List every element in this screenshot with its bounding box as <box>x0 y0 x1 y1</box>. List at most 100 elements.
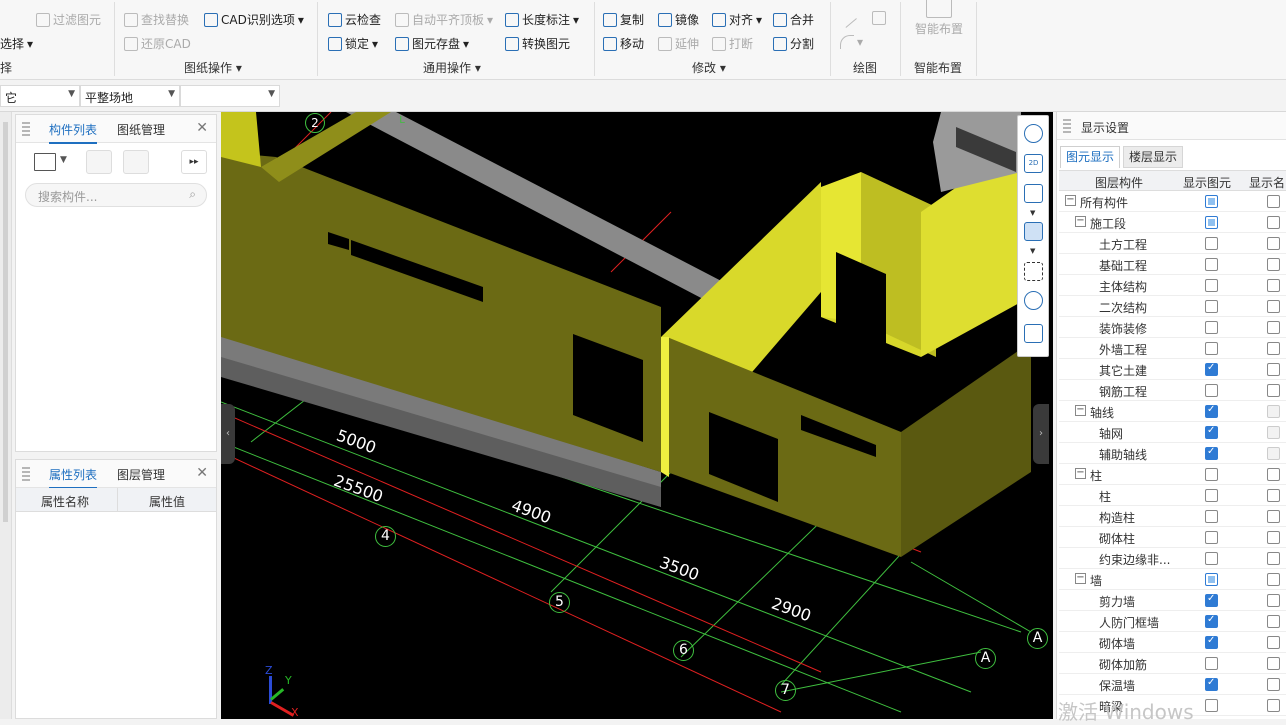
tree-row[interactable]: 人防门框墙 <box>1059 611 1286 632</box>
lock-button[interactable]: 锁定 ▾ <box>328 35 378 52</box>
tree-row[interactable]: − 轴线 <box>1059 401 1286 422</box>
tree-row[interactable]: 装饰装修 <box>1059 317 1286 338</box>
show-element-checkbox[interactable] <box>1205 531 1218 544</box>
collapse-toggle-icon[interactable]: − <box>1075 573 1086 584</box>
collapse-left-handle[interactable]: ‹ <box>221 404 235 464</box>
show-name-checkbox[interactable] <box>1267 615 1280 628</box>
fit-view-icon[interactable] <box>1024 262 1043 281</box>
show-name-checkbox[interactable] <box>1267 279 1280 292</box>
show-element-checkbox[interactable] <box>1205 699 1218 712</box>
select-dropdown[interactable]: 选择 ▾ <box>0 35 33 52</box>
move-button[interactable]: 移动 <box>603 35 644 52</box>
merge-button[interactable]: 合并 <box>773 11 814 28</box>
new-component-icon[interactable] <box>34 153 56 171</box>
axis-bubble[interactable]: 4 <box>375 526 396 547</box>
tree-row[interactable]: 砌体墙 <box>1059 632 1286 653</box>
tree-row[interactable]: 构造柱 <box>1059 506 1286 527</box>
mirror-button[interactable]: 镜像 <box>658 11 699 28</box>
show-name-checkbox[interactable] <box>1267 552 1280 565</box>
tab-property-list[interactable]: 属性列表 <box>49 466 98 489</box>
show-name-checkbox[interactable] <box>1267 195 1280 208</box>
axis-bubble[interactable]: L <box>395 115 409 129</box>
length-dim-button[interactable]: 长度标注 ▾ <box>505 11 579 28</box>
component-type-select[interactable]: 平整场地 ▼ <box>80 85 180 107</box>
close-icon[interactable]: ✕ <box>196 120 208 136</box>
show-element-checkbox[interactable] <box>1205 279 1218 292</box>
show-element-checkbox[interactable] <box>1205 237 1218 250</box>
scrollbar[interactable] <box>3 122 8 522</box>
show-element-checkbox[interactable] <box>1205 195 1218 208</box>
tree-row[interactable]: 土方工程 <box>1059 233 1286 254</box>
show-name-checkbox[interactable] <box>1267 594 1280 607</box>
category-select[interactable]: 它 ▼ <box>0 85 80 107</box>
tree-row[interactable]: 二次结构 <box>1059 296 1286 317</box>
tab-floor-display[interactable]: 楼层显示 <box>1123 146 1183 168</box>
show-element-checkbox[interactable] <box>1205 258 1218 271</box>
show-name-checkbox[interactable] <box>1267 699 1280 712</box>
convert-element-button[interactable]: 转换图元 <box>505 35 570 52</box>
tree-row[interactable]: − 柱 <box>1059 464 1286 485</box>
tree-row[interactable]: 钢筋工程 <box>1059 380 1286 401</box>
align-button[interactable]: 对齐 ▾ <box>712 11 762 28</box>
show-element-checkbox[interactable] <box>1205 614 1218 628</box>
axis-bubble[interactable]: 5 <box>549 592 570 613</box>
chevron-down-icon[interactable]: ▼ <box>1030 209 1035 217</box>
show-element-checkbox[interactable] <box>1205 677 1218 691</box>
tab-element-display[interactable]: 图元显示 <box>1060 146 1120 168</box>
tree-row[interactable]: 剪力墙 <box>1059 590 1286 611</box>
collapse-toggle-icon[interactable]: − <box>1075 405 1086 416</box>
show-element-checkbox[interactable] <box>1205 635 1218 649</box>
show-name-checkbox[interactable] <box>1267 636 1280 649</box>
cad-options-button[interactable]: CAD识别选项 ▾ <box>204 11 304 28</box>
auto-flush-top-button[interactable]: 自动平齐顶板 ▾ <box>395 11 493 28</box>
show-name-checkbox[interactable] <box>1267 258 1280 271</box>
tree-row[interactable]: 外墙工程 <box>1059 338 1286 359</box>
tab-component-list[interactable]: 构件列表 <box>49 121 98 144</box>
collapse-toggle-icon[interactable]: − <box>1075 216 1086 227</box>
tree-row[interactable]: 主体结构 <box>1059 275 1286 296</box>
display-settings-icon[interactable] <box>1024 324 1043 343</box>
scene-canvas[interactable] <box>221 112 1053 719</box>
tree-row[interactable]: − 施工段 <box>1059 212 1286 233</box>
draw-arc-button[interactable]: ▾ <box>840 35 863 49</box>
cloud-check-button[interactable]: 云检查 <box>328 11 381 28</box>
show-element-checkbox[interactable] <box>1205 404 1218 418</box>
view-2d-button[interactable]: 2D <box>1024 154 1043 173</box>
tree-row[interactable]: − 所有构件 <box>1059 191 1286 212</box>
tree-row[interactable]: 辅助轴线 <box>1059 443 1286 464</box>
split-button[interactable]: 分割 <box>773 35 814 52</box>
show-name-checkbox[interactable] <box>1267 342 1280 355</box>
show-name-checkbox[interactable] <box>1267 405 1280 418</box>
rotate-view-icon[interactable] <box>1024 291 1043 310</box>
search-component-input[interactable]: 搜索构件... ⌕ <box>25 183 207 207</box>
3d-viewport[interactable]: 5000 25500 4900 3500 2900 2 L 4 5 6 7 A … <box>221 112 1053 719</box>
show-name-checkbox[interactable] <box>1267 678 1280 691</box>
collapse-toggle-icon[interactable]: − <box>1065 195 1076 206</box>
filter-elements-button[interactable]: 过滤图元 <box>36 11 101 28</box>
show-name-checkbox[interactable] <box>1267 510 1280 523</box>
show-element-checkbox[interactable] <box>1205 657 1218 670</box>
drag-grip-icon[interactable] <box>1063 119 1071 133</box>
axis-bubble[interactable]: 6 <box>673 640 694 661</box>
show-element-checkbox[interactable] <box>1205 300 1218 313</box>
show-element-checkbox[interactable] <box>1205 384 1218 397</box>
delete-component-button[interactable] <box>123 150 149 174</box>
show-name-checkbox[interactable] <box>1267 573 1280 586</box>
show-element-checkbox[interactable] <box>1205 216 1218 229</box>
copy-component-button[interactable] <box>86 150 112 174</box>
component-select[interactable]: ▼ <box>180 85 280 107</box>
more-button[interactable]: ▸▸ <box>181 150 207 174</box>
collapse-toggle-icon[interactable]: − <box>1075 468 1086 479</box>
group-modify-label[interactable]: 修改 ▾ <box>692 59 726 76</box>
show-name-checkbox[interactable] <box>1267 426 1280 439</box>
show-name-checkbox[interactable] <box>1267 216 1280 229</box>
tab-layer-management[interactable]: 图层管理 <box>117 466 165 483</box>
tree-row[interactable]: 保温墙 <box>1059 674 1286 695</box>
tree-row[interactable]: 基础工程 <box>1059 254 1286 275</box>
axis-bubble[interactable]: A <box>975 648 996 669</box>
show-element-checkbox[interactable] <box>1205 468 1218 481</box>
show-element-checkbox[interactable] <box>1205 552 1218 565</box>
show-name-checkbox[interactable] <box>1267 489 1280 502</box>
show-name-checkbox[interactable] <box>1267 447 1280 460</box>
element-save-button[interactable]: 图元存盘 ▾ <box>395 35 469 52</box>
